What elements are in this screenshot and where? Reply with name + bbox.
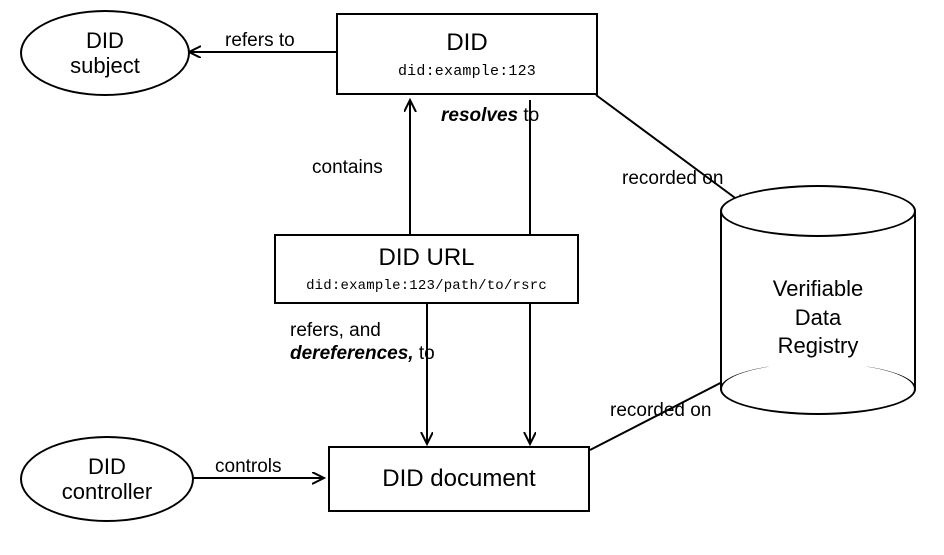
vdr-line3: Registry [778, 333, 859, 358]
node-did-subject: DID subject [20, 10, 190, 96]
did-subject-line1: DID [86, 28, 124, 53]
node-did-document: DID document [328, 446, 590, 512]
did-controller-line1: DID [88, 454, 126, 479]
did-controller-line2: controller [62, 479, 152, 504]
node-did: DID did:example:123 [336, 13, 598, 95]
did-subject-line2: subject [70, 53, 140, 78]
label-controls: controls [215, 456, 282, 479]
label-contains: contains [312, 157, 383, 180]
node-verifiable-data-registry: Verifiable Data Registry [720, 185, 916, 415]
label-refers-to: refers to [225, 30, 295, 53]
vdr-line1: Verifiable [773, 276, 864, 301]
label-recorded-on-2: recorded on [610, 400, 711, 423]
did-title: DID [446, 29, 487, 57]
did-document-title: DID document [382, 465, 535, 493]
label-recorded-on-1: recorded on [622, 168, 723, 191]
node-did-url: DID URL did:example:123/path/to/rsrc [274, 234, 579, 304]
node-did-controller: DID controller [20, 436, 194, 522]
did-architecture-diagram: DID subject DID did:example:123 DID URL … [0, 0, 944, 555]
did-url-example: did:example:123/path/to/rsrc [306, 278, 547, 294]
vdr-line2: Data [795, 305, 841, 330]
did-url-title: DID URL [378, 244, 474, 272]
did-example: did:example:123 [398, 63, 536, 80]
label-resolves-to: resolves to [441, 105, 539, 128]
label-dereferences: refers, and dereferences, to [290, 320, 435, 366]
